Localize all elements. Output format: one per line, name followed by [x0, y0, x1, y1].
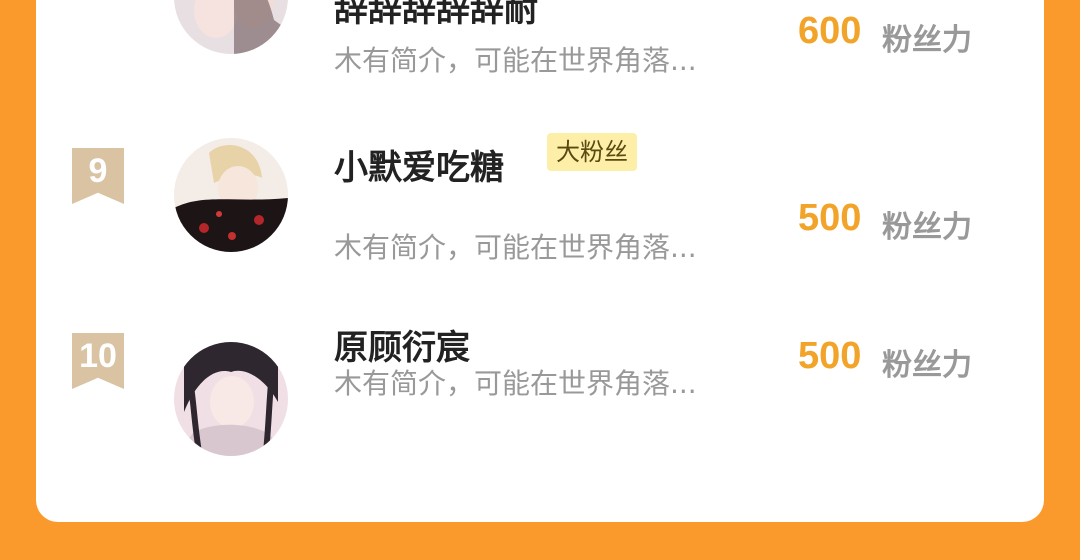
- fan-power-value: 600: [798, 10, 862, 52]
- user-avatar[interactable]: [174, 0, 288, 54]
- rank-number: 10: [79, 337, 117, 375]
- ranking-row[interactable]: 10 原顾衍宸 木有简介，可能在世界角落... 500 粉丝力: [36, 328, 1044, 482]
- user-name[interactable]: 小默爱吃糖: [334, 140, 504, 189]
- user-intro: 木有简介，可能在世界角落...: [334, 44, 697, 77]
- fan-ranking-card: 8 辞辞辞辞辞耐 木有简介，可能在世界角落... 600 粉丝力 9: [36, 0, 1044, 522]
- user-avatar[interactable]: [174, 342, 288, 456]
- rank-number: 9: [88, 152, 108, 190]
- fan-power-label: 粉丝力: [882, 23, 972, 58]
- rank-ribbon-badge: 9: [72, 148, 124, 204]
- user-avatar[interactable]: [174, 138, 288, 252]
- big-fan-badge: 大粉丝: [547, 133, 637, 171]
- fan-power-label: 粉丝力: [882, 210, 972, 245]
- ranking-row[interactable]: 9 小默爱吃糖 大粉丝 木有简介，可能在世界角落... 500 粉丝力: [36, 133, 1044, 298]
- fan-power-value: 500: [798, 335, 862, 377]
- rank-ribbon-badge: 10: [72, 333, 124, 389]
- fan-power-label: 粉丝力: [882, 348, 972, 383]
- fan-power-value: 500: [798, 197, 862, 239]
- ranking-row[interactable]: 8 辞辞辞辞辞耐 木有简介，可能在世界角落... 600 粉丝力: [36, 0, 1044, 110]
- user-intro: 木有简介，可能在世界角落...: [334, 367, 697, 400]
- user-intro: 木有简介，可能在世界角落...: [334, 231, 697, 264]
- user-name[interactable]: 辞辞辞辞辞耐: [334, 0, 538, 31]
